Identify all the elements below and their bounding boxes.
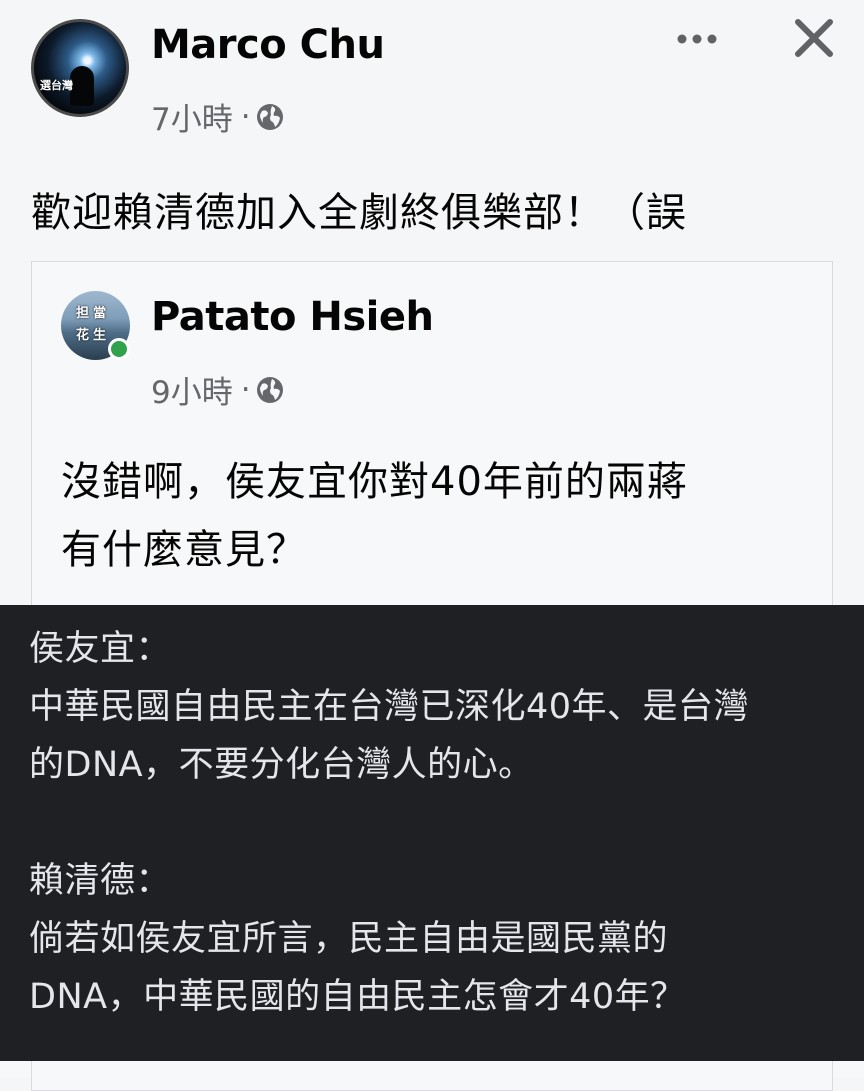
overlay-line: 倘若如侯友宜所言，民主自由是國民黨的 — [29, 919, 669, 959]
avatar-logo-text: 選台灣 — [40, 79, 73, 92]
author-avatar[interactable]: 選台灣 — [31, 19, 129, 117]
post-meta: 7小時 · — [151, 94, 285, 139]
more-horizontal-icon[interactable] — [672, 22, 722, 54]
avatar-sign-char: 担 — [76, 306, 94, 321]
card-bottom-strip — [0, 1061, 864, 1077]
meta-separator: · — [240, 98, 251, 135]
shared-post-time[interactable]: 9小時 — [151, 367, 233, 412]
close-icon[interactable] — [790, 14, 838, 62]
post-time[interactable]: 7小時 — [151, 94, 233, 139]
shared-author-name[interactable]: Patato Hsieh — [151, 294, 434, 340]
shared-post-text: 沒錯啊，侯友宜你對40年前的兩蔣 有什麼意見？ — [61, 448, 688, 584]
author-name[interactable]: Marco Chu — [151, 22, 385, 68]
globe-icon[interactable] — [255, 375, 285, 405]
overlay-line: 的DNA，不要分化台灣人的心。 — [29, 745, 534, 785]
overlay-line: 中華民國自由民主在台灣已深化40年、是台灣 — [29, 687, 750, 727]
meta-separator: · — [240, 371, 251, 408]
online-status-dot — [108, 338, 130, 360]
card-edge-right — [832, 1061, 833, 1077]
overlay-line: 侯友宜： — [29, 629, 172, 669]
shared-text-line: 有什麼意見？ — [61, 527, 307, 573]
shared-text-line: 沒錯啊，侯友宜你對40年前的兩蔣 — [61, 459, 688, 505]
overlay-line — [29, 794, 749, 852]
globe-icon[interactable] — [255, 102, 285, 132]
avatar-sign-char: 當 — [93, 306, 111, 321]
overlay-line: 賴清德： — [29, 861, 172, 901]
overlay-line: DNA，中華民國的自由民主怎會才40年？ — [29, 977, 686, 1017]
avatar-sign-char: 花 — [76, 328, 94, 343]
card-edge-left — [31, 1061, 32, 1077]
shared-post-meta: 9小時 · — [151, 367, 285, 412]
avatar-sign-char: 生 — [93, 328, 111, 343]
overlay-text: 侯友宜： 中華民國自由民主在台灣已深化40年、是台灣 的DNA，不要分化台灣人的… — [29, 620, 749, 1026]
post-text: 歡迎賴清德加入全劇終俱樂部！（誤 — [31, 190, 687, 236]
